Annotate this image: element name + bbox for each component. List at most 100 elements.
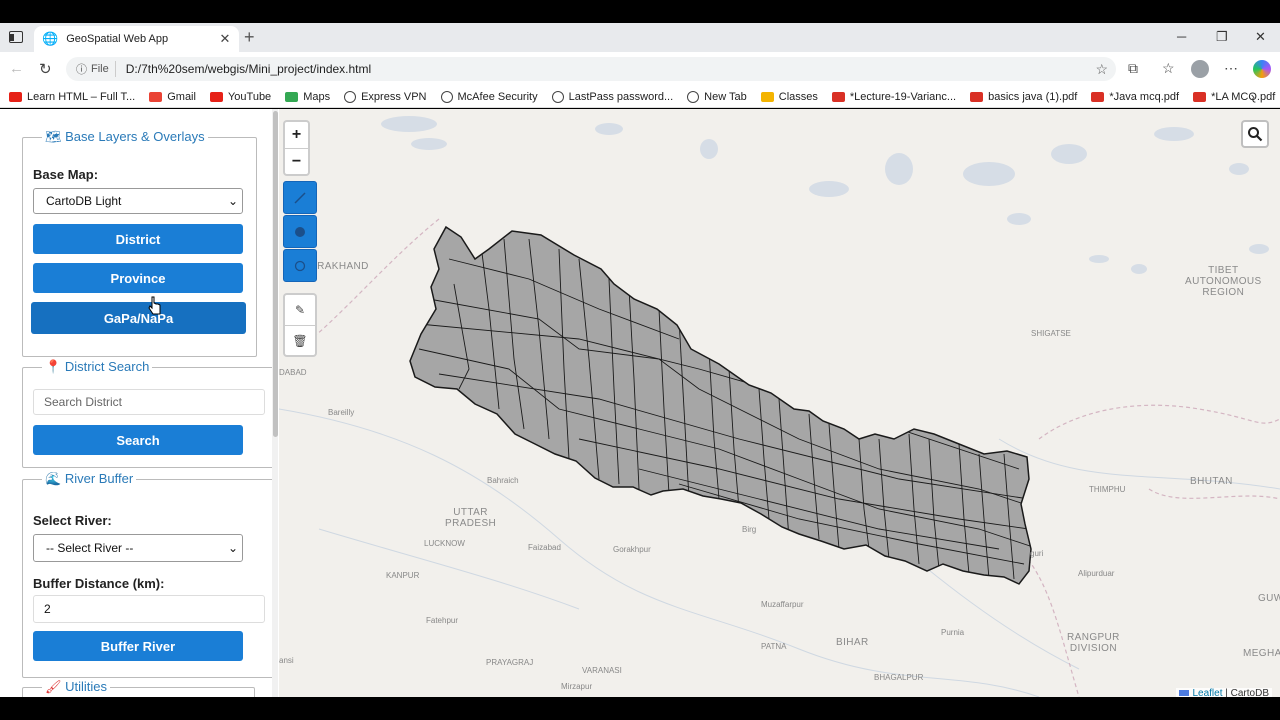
draw-circle-button[interactable] [283, 249, 317, 282]
back-icon[interactable]: ← [9, 60, 24, 77]
delete-layers-button[interactable]: 🗑 [285, 325, 315, 355]
map-label-bahraich: Bahraich [487, 476, 519, 485]
copilot-icon[interactable] [1253, 60, 1271, 78]
file-chip-label: File [91, 63, 109, 75]
bookmark-label: *LA MCQ.pdf [1211, 90, 1276, 103]
bookmark-item[interactable]: YouTube [209, 90, 272, 103]
river-buffer-title: River Buffer [64, 471, 134, 486]
map-label-gorakhpur: Gorakhpur [613, 545, 651, 554]
province-button[interactable]: Province [33, 263, 243, 293]
bottom-bar [0, 697, 1280, 720]
edit-layers-button[interactable]: ✎ [285, 295, 315, 325]
reload-icon[interactable]: ↻ [39, 60, 52, 78]
map-label-bhutan: BHUTAN [1190, 476, 1233, 487]
restore-icon[interactable]: ❐ [1216, 29, 1228, 45]
extensions-icon[interactable]: ⧉ [1128, 60, 1138, 77]
close-window-icon[interactable]: ✕ [1255, 29, 1266, 45]
base-map-select[interactable]: CartoDB Light ⌄ [33, 188, 243, 214]
scrollbar-thumb[interactable] [273, 111, 278, 437]
bookmark-item[interactable]: Gmail [149, 91, 196, 103]
district-button[interactable]: District [33, 224, 243, 254]
brush-icon: 🖌 [45, 679, 62, 694]
hand-cursor-icon [148, 296, 161, 315]
minimize-icon[interactable]: ─ [1177, 29, 1186, 44]
river-select[interactable]: -- Select River -- ⌄ [33, 534, 243, 562]
bookmark-item[interactable]: *Lecture-19-Varianc... [831, 91, 956, 103]
district-search-panel: 📍 District Search Search District Search [22, 359, 276, 468]
bookmark-label: basics java (1).pdf [988, 90, 1078, 103]
new-tab-icon[interactable]: + [244, 27, 255, 48]
bookmark-label: New Tab [704, 90, 747, 103]
bookmark-item[interactable]: basics java (1).pdf [970, 91, 1077, 103]
favorite-star-icon[interactable]: ☆ [1095, 61, 1108, 78]
bookmark-item[interactable]: Learn HTML – Full T... [9, 91, 135, 103]
bookmark-item[interactable]: *Java mcq.pdf [1091, 91, 1179, 103]
river-select-value: -- Select River -- [46, 541, 134, 555]
more-menu-icon[interactable]: ⋯ [1224, 60, 1238, 77]
address-bar[interactable]: ⓘ File D:/7th%20sem/webgis/Mini_project/i… [66, 57, 1116, 81]
bookmark-label: Maps [303, 90, 331, 103]
bookmark-item[interactable]: *LA MCQ.pdf [1193, 91, 1275, 103]
bookmark-label: *Java mcq.pdf [1109, 90, 1180, 103]
map-label-bihar: BIHAR [836, 637, 869, 648]
draw-polygon-button[interactable] [283, 215, 317, 248]
bookmark-favicon-icon [551, 90, 564, 103]
map-label-guwa: GUWA [1258, 593, 1280, 604]
sidebar-scrollbar[interactable] [272, 109, 278, 697]
base-layers-title: Base Layers & Overlays [65, 129, 205, 144]
base-layers-legend: 🗺 Base Layers & Overlays [42, 129, 208, 145]
bookmark-item[interactable]: LastPass password... [551, 90, 673, 103]
active-tab[interactable]: 🌐 GeoSpatial Web App ✕ [34, 26, 239, 52]
wave-icon: 🌊 [45, 471, 62, 486]
file-chip[interactable]: ⓘ File [72, 61, 116, 77]
map-search-button[interactable] [1241, 120, 1269, 148]
map-label-purnia: Purnia [941, 628, 965, 637]
map-label-faizabad: Faizabad [528, 543, 561, 552]
search-button[interactable]: Search [33, 425, 243, 455]
bookmark-label: Gmail [167, 90, 196, 103]
buffer-river-button[interactable]: Buffer River [33, 631, 243, 661]
circle-icon [294, 260, 306, 271]
tab-bar: 🌐 GeoSpatial Web App ✕ + ─ ❐ ✕ [0, 23, 1280, 52]
draw-polyline-button[interactable] [283, 181, 317, 214]
district-search-input[interactable]: Search District [33, 389, 265, 415]
tab-title: GeoSpatial Web App [66, 33, 169, 45]
favorites-icon[interactable]: ☆ [1162, 60, 1175, 77]
map-label-ansi: ansi [279, 656, 294, 665]
gapa-napa-button[interactable]: GaPa/NaPa [31, 302, 246, 334]
bookmark-item[interactable]: New Tab [687, 90, 747, 103]
map-label-varanasi: VARANASI [582, 666, 622, 675]
map-label-guri: guri [1030, 549, 1044, 558]
bookmarks-overflow-icon[interactable]: › [1251, 89, 1255, 104]
bookmark-label: Classes [778, 90, 818, 103]
zoom-out-button[interactable]: − [285, 148, 308, 174]
bookmark-item[interactable]: Maps [285, 91, 330, 103]
bookmark-favicon-icon [9, 91, 22, 102]
buffer-distance-input[interactable]: 2 [33, 595, 265, 623]
bookmark-item[interactable]: McAfee Security [440, 90, 538, 103]
polyline-icon [294, 191, 306, 204]
bookmark-item[interactable]: Classes [760, 90, 818, 103]
map-label-mirzapur: Mirzapur [561, 682, 593, 691]
nepal-polygons[interactable] [409, 225, 1039, 585]
url-text[interactable]: D:/7th%20sem/webgis/Mini_project/index.h… [126, 62, 371, 76]
pin-icon: 📍 [45, 359, 62, 374]
flag-icon [1179, 690, 1190, 696]
bookmark-item[interactable]: Express VPN [344, 90, 427, 103]
buffer-distance-label: Buffer Distance (km): [33, 576, 165, 591]
profile-avatar[interactable] [1191, 60, 1209, 78]
info-icon: ⓘ [76, 64, 87, 76]
map-label-tibet: TIBET AUTONOMOUS REGION [1185, 265, 1262, 298]
zoom-in-button[interactable]: + [285, 122, 308, 148]
bookmark-label: YouTube [227, 90, 272, 103]
map-label-shigatse: SHIGATSE [1031, 329, 1071, 338]
map[interactable]: ARAKHAND TIBET AUTONOMOUS REGION SHIGATS… [279, 109, 1280, 697]
map-label-bhagalpur: BHAGALPUR [874, 673, 924, 682]
map-label-lucknow: LUCKNOW [424, 539, 465, 548]
tab-actions-icon[interactable] [9, 31, 23, 43]
edit-icon: ✎ [294, 303, 306, 317]
edit-toolbar: ✎ 🗑 [283, 293, 317, 357]
close-tab-icon[interactable]: ✕ [215, 31, 235, 47]
base-map-selected: CartoDB Light [46, 194, 122, 208]
map-label-patna: PATNA [761, 642, 787, 651]
